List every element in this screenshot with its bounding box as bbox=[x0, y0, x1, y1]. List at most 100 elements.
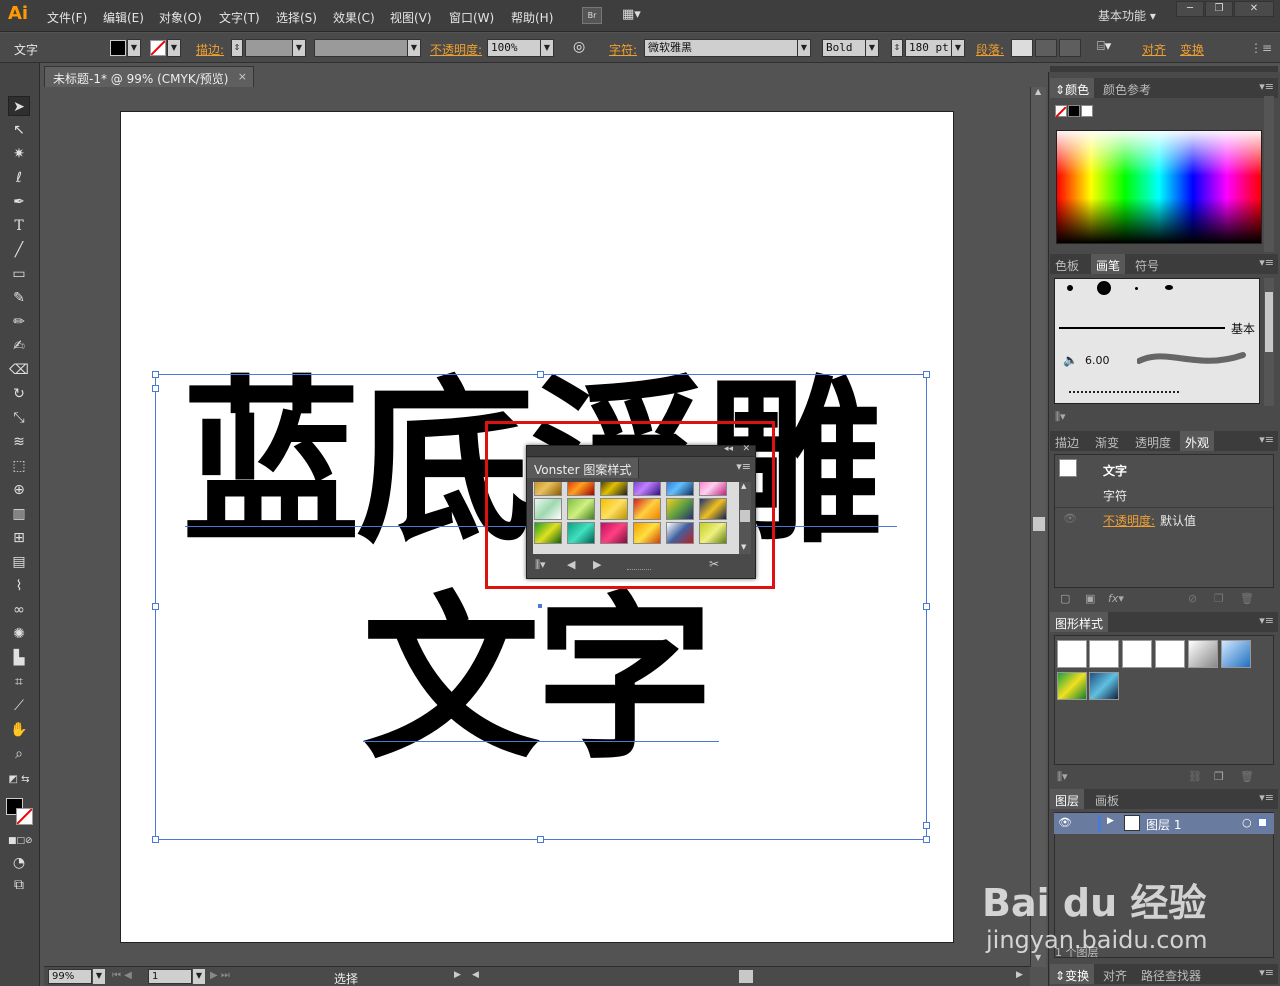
graphic-style-default[interactable] bbox=[1057, 640, 1087, 668]
brush-pattern-preview[interactable] bbox=[1069, 391, 1179, 393]
scroll-down-arrow-icon[interactable]: ▼ bbox=[1035, 953, 1041, 962]
layer-visibility-icon[interactable]: 👁 bbox=[1058, 816, 1072, 829]
tab-brushes[interactable]: 画笔 bbox=[1091, 254, 1126, 274]
lasso-tool-icon[interactable]: ℓ bbox=[8, 168, 30, 188]
symbol-sprayer-tool-icon[interactable]: ✺ bbox=[8, 624, 30, 644]
resize-handle-br[interactable] bbox=[923, 836, 930, 843]
brush-basic-stroke[interactable] bbox=[1059, 327, 1225, 329]
document-vertical-scrollbar[interactable]: ▲ ▼ bbox=[1030, 87, 1046, 967]
brush-stroke-preview[interactable] bbox=[1137, 345, 1247, 373]
free-transform-tool-icon[interactable]: ⬚ bbox=[8, 456, 30, 476]
menu-edit[interactable]: 编辑(E) bbox=[103, 9, 144, 26]
add-effect-icon[interactable]: fx▾ bbox=[1108, 592, 1124, 605]
line-tool-icon[interactable]: ╱ bbox=[8, 240, 30, 260]
fill-dropdown[interactable]: ▼ bbox=[127, 39, 141, 57]
menu-select[interactable]: 选择(S) bbox=[276, 9, 317, 26]
opacity-field[interactable]: 100% bbox=[487, 39, 541, 57]
warp-tool-icon[interactable]: ≋ bbox=[8, 432, 30, 452]
font-size-stepper[interactable]: ⇕ bbox=[891, 39, 903, 57]
tab-stroke[interactable]: 描边 bbox=[1050, 431, 1084, 451]
slice-tool-icon[interactable]: ⟋ bbox=[8, 696, 30, 716]
brush-panel-menu-icon[interactable]: ▾≡ bbox=[1259, 256, 1274, 269]
eyedropper-tool-icon[interactable]: ⌇ bbox=[8, 576, 30, 596]
gradient-tool-icon[interactable]: ▤ bbox=[8, 552, 30, 572]
restore-button[interactable]: ❐ bbox=[1205, 1, 1233, 17]
document-tab[interactable]: 未标题-1* @ 99% (CMYK/预览) × bbox=[44, 66, 254, 87]
brush-panel-scrollbar[interactable] bbox=[1264, 278, 1274, 406]
menu-view[interactable]: 视图(V) bbox=[390, 9, 432, 26]
character-label[interactable]: 字符: bbox=[609, 41, 637, 58]
tab-color[interactable]: ⇕颜色 bbox=[1050, 78, 1095, 98]
shape-builder-tool-icon[interactable]: ⊕ bbox=[8, 480, 30, 500]
stroke-weight-stepper[interactable]: ⇕ bbox=[231, 39, 243, 57]
profile-dropdown[interactable]: ▼ bbox=[407, 39, 421, 57]
font-style-field[interactable]: Bold bbox=[822, 39, 866, 57]
menu-file[interactable]: 文件(F) bbox=[47, 9, 87, 26]
bottom-panel-menu-icon[interactable]: ▾≡ bbox=[1259, 966, 1274, 979]
graphic-style-8[interactable] bbox=[1089, 672, 1119, 700]
artboard-dropdown[interactable]: ▼ bbox=[193, 969, 205, 984]
graphic-style-library-icon[interactable]: ⫼▾ bbox=[1057, 770, 1068, 784]
color-panel-menu-icon[interactable]: ▾≡ bbox=[1259, 80, 1274, 93]
font-size-field[interactable]: 180 pt bbox=[905, 39, 952, 57]
appearance-panel-menu-icon[interactable]: ▾≡ bbox=[1259, 433, 1274, 446]
scroll-up-arrow-icon[interactable]: ▲ bbox=[1035, 87, 1041, 96]
scroll-right-arrow-icon[interactable]: ▶ bbox=[1016, 970, 1023, 980]
resize-handle-t[interactable] bbox=[537, 371, 544, 378]
mesh-tool-icon[interactable]: ⊞ bbox=[8, 528, 30, 548]
stroke-dropdown[interactable]: ▼ bbox=[167, 39, 181, 57]
variable-width-profile[interactable] bbox=[314, 39, 408, 57]
artboard-tool-icon[interactable]: ⌗ bbox=[8, 672, 30, 692]
align-right-button[interactable] bbox=[1059, 39, 1081, 57]
transform-link[interactable]: 变换 bbox=[1180, 41, 1204, 58]
resize-handle-tl[interactable] bbox=[152, 371, 159, 378]
status-tool-text[interactable]: 选择 bbox=[334, 970, 358, 986]
graphic-style-2[interactable] bbox=[1089, 640, 1119, 668]
rectangle-tool-icon[interactable]: ▭ bbox=[8, 264, 30, 284]
zoom-tool-icon[interactable]: ⌕ bbox=[8, 744, 30, 764]
brush-library-icon[interactable]: ⫼▾ bbox=[1055, 410, 1066, 424]
align-center-button[interactable] bbox=[1035, 39, 1057, 57]
eraser-tool-icon[interactable]: ⌫ bbox=[8, 360, 30, 380]
layers-panel-menu-icon[interactable]: ▾≡ bbox=[1259, 791, 1274, 804]
tab-artboards[interactable]: 画板 bbox=[1090, 789, 1124, 809]
first-artboard-icon[interactable]: ⏮ ◀ bbox=[112, 970, 132, 981]
stroke-color-box[interactable] bbox=[16, 808, 33, 825]
brush-scroll-thumb[interactable] bbox=[1265, 292, 1273, 352]
add-stroke-icon[interactable]: ▢ bbox=[1060, 592, 1070, 605]
stroke-label[interactable]: 描边: bbox=[196, 41, 224, 58]
zoom-dropdown[interactable]: ▼ bbox=[93, 969, 105, 984]
tab-swatches[interactable]: 色板 bbox=[1050, 254, 1084, 274]
graphic-style-6[interactable] bbox=[1221, 640, 1251, 668]
type-tool-icon[interactable]: T bbox=[8, 216, 30, 236]
status-menu-arrow-icon[interactable]: ▶ bbox=[454, 970, 461, 980]
appearance-character-row[interactable]: 字符 bbox=[1103, 487, 1127, 504]
graphic-style-3[interactable] bbox=[1122, 640, 1152, 668]
recolor-icon[interactable]: ◎ bbox=[573, 39, 585, 55]
stroke-weight-dropdown[interactable]: ▼ bbox=[292, 39, 306, 57]
brush-dot-small[interactable] bbox=[1067, 285, 1073, 291]
menu-help[interactable]: 帮助(H) bbox=[511, 9, 553, 26]
tab-pathfinder[interactable]: 路径查找器 bbox=[1136, 964, 1206, 984]
direct-selection-tool-icon[interactable]: ↖ bbox=[8, 120, 30, 140]
color-black-swatch[interactable] bbox=[1068, 105, 1080, 117]
align-left-button[interactable] bbox=[1011, 39, 1033, 57]
dock-collapse-bar[interactable] bbox=[1050, 66, 1278, 72]
resize-handle-b[interactable] bbox=[537, 836, 544, 843]
envelope-icon[interactable]: ⌸▾ bbox=[1097, 39, 1111, 54]
text-out-port[interactable] bbox=[923, 822, 930, 829]
paragraph-label[interactable]: 段落: bbox=[976, 41, 1004, 58]
resize-handle-tr[interactable] bbox=[923, 371, 930, 378]
tab-symbols[interactable]: 符号 bbox=[1130, 254, 1164, 274]
color-fill-none[interactable] bbox=[1055, 105, 1067, 118]
stroke-swatch[interactable] bbox=[150, 40, 166, 56]
align-link[interactable]: 对齐 bbox=[1142, 41, 1166, 58]
resize-handle-bl[interactable] bbox=[152, 836, 159, 843]
menu-window[interactable]: 窗口(W) bbox=[449, 9, 494, 26]
color-mode-icons[interactable]: ■□⊘ bbox=[8, 831, 33, 851]
zoom-field[interactable]: 99% bbox=[48, 969, 92, 984]
tab-transform[interactable]: ⇕变换 bbox=[1050, 964, 1095, 984]
tab-transparency[interactable]: 透明度 bbox=[1130, 431, 1176, 451]
default-colors-icon[interactable]: ◩ ⇆ bbox=[8, 770, 30, 790]
draw-mode-icon[interactable]: ◔ bbox=[8, 853, 30, 873]
